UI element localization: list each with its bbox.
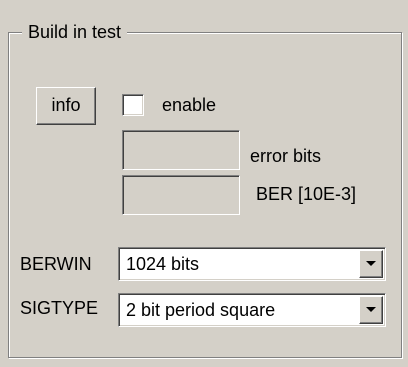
berwin-dropdown-button[interactable]	[359, 250, 383, 278]
chevron-down-icon	[366, 261, 376, 266]
berwin-select[interactable]: 1024 bits	[118, 247, 386, 281]
sigtype-label: SIGTYPE	[20, 298, 99, 318]
sigtype-select-value: 2 bit period square	[126, 300, 276, 320]
error-bits-readout	[122, 130, 240, 170]
sigtype-dropdown-button[interactable]	[359, 296, 383, 324]
ber-label: BER [10E-3]	[256, 184, 357, 204]
info-button[interactable]: info	[36, 87, 96, 125]
sigtype-select[interactable]: 2 bit period square	[118, 293, 386, 327]
ber-readout	[122, 175, 240, 215]
berwin-label: BERWIN	[20, 254, 92, 274]
groupbox-title: Build in test	[22, 20, 128, 44]
error-bits-label: error bits	[250, 146, 322, 166]
enable-checkbox-label[interactable]: enable	[162, 93, 216, 117]
chevron-down-icon	[366, 307, 376, 312]
berwin-select-value: 1024 bits	[126, 254, 200, 274]
enable-checkbox[interactable]	[122, 94, 144, 116]
